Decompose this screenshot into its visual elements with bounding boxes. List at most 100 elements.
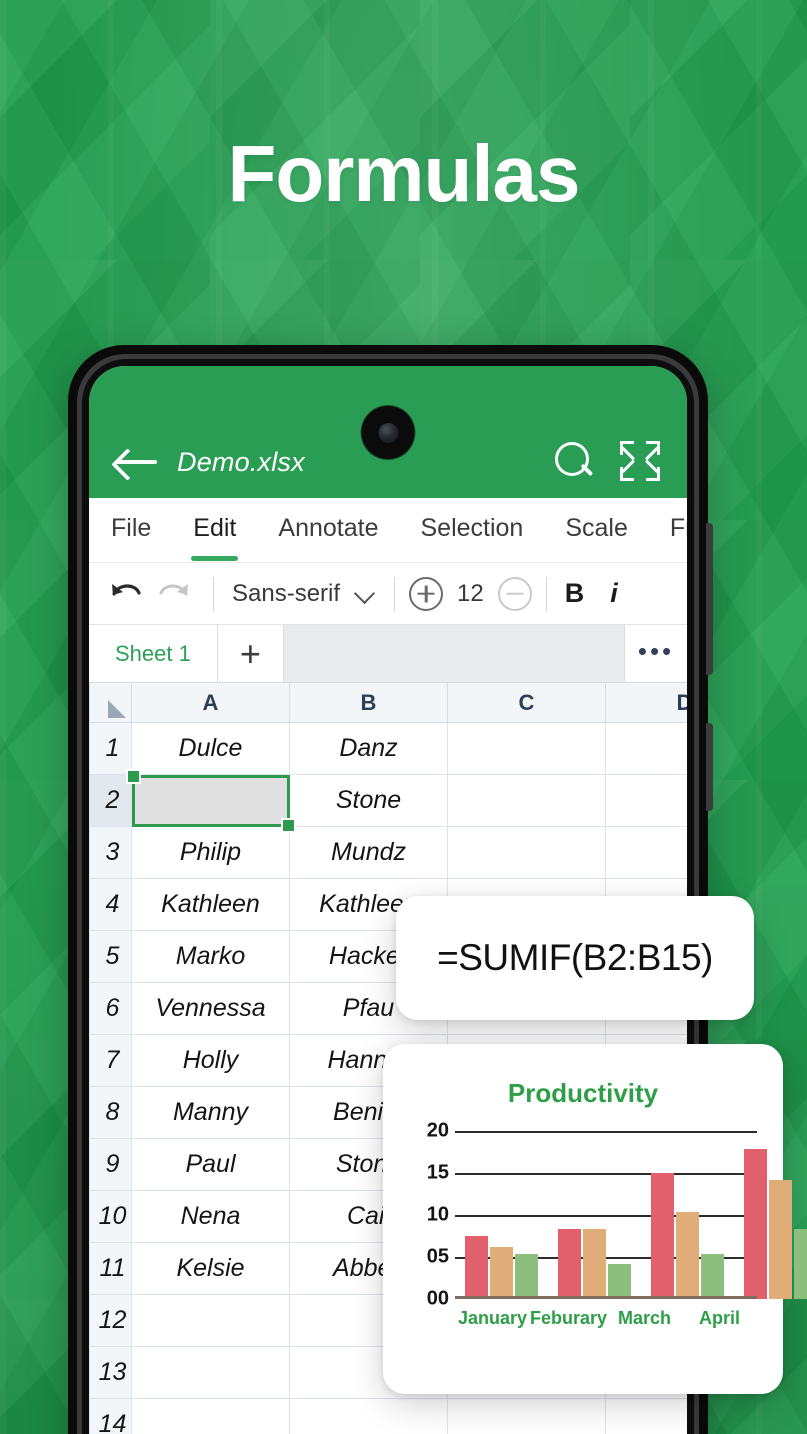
tab-file[interactable]: File: [111, 514, 151, 547]
column-header-d[interactable]: D: [605, 682, 687, 723]
row-header-8[interactable]: 8: [89, 1086, 132, 1139]
bar-feburary-s3: [608, 1263, 631, 1299]
row-header-10[interactable]: 10: [89, 1190, 132, 1243]
select-all-corner[interactable]: [89, 682, 132, 723]
cell-B1[interactable]: Danz: [289, 722, 448, 775]
y-tick-10: 10: [426, 1203, 449, 1226]
cell-A13[interactable]: [131, 1346, 290, 1399]
cell-D2[interactable]: [605, 774, 687, 827]
bold-button[interactable]: B: [565, 578, 585, 609]
chart-x-axis-labels: January Feburary March April: [455, 1308, 757, 1329]
bar-march-s3: [701, 1254, 724, 1299]
bar-april-s2: [769, 1179, 792, 1299]
sheet-tab-bar: Sheet 1 + •••: [89, 624, 687, 682]
phone-power-button[interactable]: [706, 723, 713, 811]
font-size-value[interactable]: 12: [457, 580, 484, 608]
toolbar-divider-1: [213, 576, 214, 611]
cell-A10[interactable]: Nena: [131, 1190, 290, 1243]
cell-B14[interactable]: [289, 1398, 448, 1434]
cell-A9[interactable]: Paul: [131, 1138, 290, 1191]
row-header-7[interactable]: 7: [89, 1034, 132, 1087]
bar-group-feburary: [548, 1131, 641, 1299]
tab-annotate[interactable]: Annotate: [278, 514, 378, 547]
page-title: Formulas: [227, 129, 580, 218]
column-header-row: A B C D E: [89, 682, 687, 723]
expand-icon[interactable]: [619, 440, 661, 482]
chart-title: Productivity: [507, 1078, 659, 1108]
bar-group-april: [734, 1131, 807, 1299]
bar-march-s1: [651, 1173, 674, 1299]
cell-B2[interactable]: Stone: [289, 774, 448, 827]
row-header-11[interactable]: 11: [89, 1242, 132, 1295]
cell-A11[interactable]: Kelsie: [131, 1242, 290, 1295]
tab-scale[interactable]: Scale: [565, 514, 628, 547]
cell-A6[interactable]: Vennessa: [131, 982, 290, 1035]
chevron-down-icon[interactable]: [354, 583, 376, 605]
bar-january-s2: [490, 1246, 513, 1299]
chart-callout-card: Productivity 20 15 10 05 00 January Feburary M…: [383, 1044, 807, 1394]
row-header-12[interactable]: 12: [89, 1294, 132, 1347]
search-icon[interactable]: [553, 440, 595, 482]
column-header-b[interactable]: B: [289, 682, 448, 723]
more-horizontal-icon[interactable]: •••: [625, 625, 687, 682]
table-row: 1 Dulce Danz: [89, 722, 687, 775]
toolbar-divider-2: [394, 576, 396, 611]
row-header-3[interactable]: 3: [89, 826, 132, 879]
promo-screen: Formulas Demo.xlsx File Edit Annotate Se…: [0, 0, 807, 1434]
x-label-march: March: [618, 1308, 672, 1328]
cell-C1[interactable]: [447, 722, 606, 775]
tab-freeze[interactable]: Fre: [670, 514, 687, 547]
cell-A12[interactable]: [131, 1294, 290, 1347]
cell-A7[interactable]: Holly: [131, 1034, 290, 1087]
cell-B3[interactable]: Mundz: [289, 826, 448, 879]
bar-feburary-s2: [583, 1229, 606, 1299]
italic-button[interactable]: i: [610, 578, 618, 609]
undo-icon[interactable]: [103, 574, 151, 614]
cell-D14[interactable]: [605, 1398, 687, 1434]
cell-C3[interactable]: [447, 826, 606, 879]
cell-A3[interactable]: Philip: [131, 826, 290, 879]
cell-D3[interactable]: [605, 826, 687, 879]
row-header-5[interactable]: 5: [89, 930, 132, 983]
row-header-4[interactable]: 4: [89, 878, 132, 931]
cell-A4[interactable]: Kathleen: [131, 878, 290, 931]
back-arrow-icon[interactable]: [115, 446, 159, 476]
cell-A5[interactable]: Marko: [131, 930, 290, 983]
cell-A8[interactable]: Manny: [131, 1086, 290, 1139]
bar-feburary-s1: [558, 1229, 581, 1299]
selected-cell-a2[interactable]: [125, 768, 296, 833]
selection-handle-top-left[interactable]: [125, 768, 141, 784]
cell-D1[interactable]: [605, 722, 687, 775]
formula-callout-card: =SUMIF(B2:B15): [396, 896, 754, 1020]
cell-A1[interactable]: Dulce: [131, 722, 290, 775]
document-title: Demo.xlsx: [177, 447, 305, 477]
formula-bar[interactable]: [283, 625, 625, 682]
row-header-6[interactable]: 6: [89, 982, 132, 1035]
x-label-feburary: Feburary: [529, 1308, 608, 1328]
column-header-c[interactable]: C: [447, 682, 606, 723]
row-header-9[interactable]: 9: [89, 1138, 132, 1191]
bar-january-s1: [465, 1236, 488, 1299]
phone-volume-button[interactable]: [706, 523, 713, 675]
row-header-14[interactable]: 14: [89, 1398, 132, 1434]
redo-icon[interactable]: [151, 574, 199, 614]
tab-edit[interactable]: Edit: [191, 514, 239, 561]
cell-C14[interactable]: [447, 1398, 606, 1434]
y-tick-15: 15: [426, 1161, 449, 1184]
font-family-value[interactable]: Sans-serif: [228, 580, 340, 608]
increase-font-size-button[interactable]: [409, 576, 444, 611]
column-header-a[interactable]: A: [131, 682, 290, 723]
selection-handle-bottom-right[interactable]: [280, 817, 296, 833]
add-sheet-icon[interactable]: +: [217, 625, 284, 682]
formula-text: =SUMIF(B2:B15): [437, 937, 713, 978]
cell-A14[interactable]: [131, 1398, 290, 1434]
x-label-april: April: [698, 1308, 740, 1328]
row-header-13[interactable]: 13: [89, 1346, 132, 1399]
bar-april-s3: [794, 1229, 807, 1299]
bar-march-s2: [676, 1212, 699, 1299]
tab-selection[interactable]: Selection: [420, 514, 523, 547]
row-header-1[interactable]: 1: [89, 722, 132, 775]
decrease-font-size-button[interactable]: [497, 576, 532, 611]
cell-C2[interactable]: [447, 774, 606, 827]
sheet-tab-sheet1[interactable]: Sheet 1: [89, 625, 218, 682]
